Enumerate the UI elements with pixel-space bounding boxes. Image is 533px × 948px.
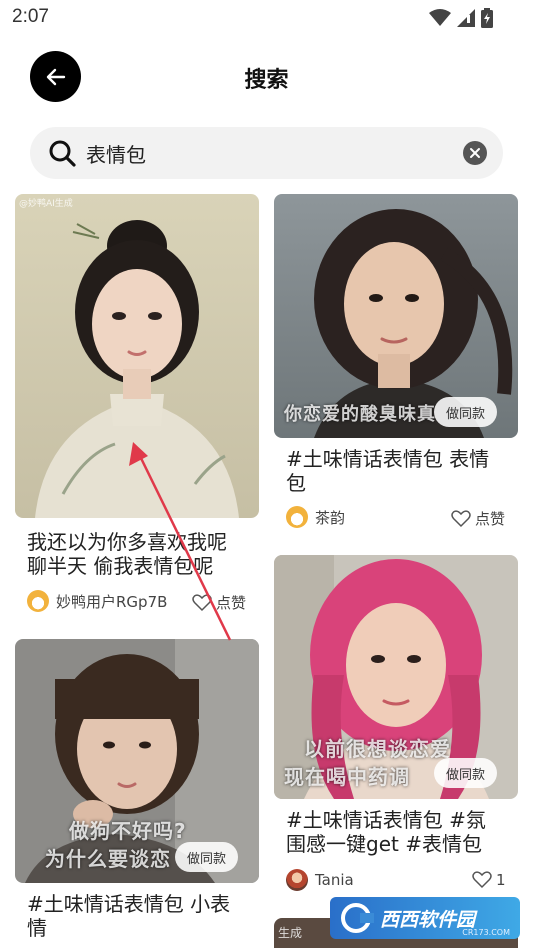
avatar xyxy=(286,506,308,528)
card-title: #土味情话表情包 表情 包 xyxy=(286,447,516,495)
site-domain: CR173.COM xyxy=(462,928,510,937)
like-button[interactable]: 1 xyxy=(472,871,506,889)
wifi-icon xyxy=(429,9,451,26)
overlay-caption: 做狗不好吗? xyxy=(69,819,187,843)
make-same-button[interactable]: 做同款 xyxy=(434,397,498,427)
card-title-line: #土味情话表情包 #氛 xyxy=(286,808,486,832)
clear-search-button[interactable] xyxy=(463,141,487,165)
battery-icon xyxy=(481,8,493,28)
feed-card[interactable]: 以前很想谈恋爱 现在喝中药调 做同款 #土味情话表情包 #氛 围感一键get #… xyxy=(274,555,518,895)
status-bar: 2:07 xyxy=(0,0,533,36)
overlay-caption: 现在喝中药调 xyxy=(284,765,410,789)
card-title: 我还以为你多喜欢我呢 聊半天 偷我表情包呢 xyxy=(27,530,257,578)
site-name: 西西软件园 xyxy=(380,908,476,931)
card-title-line: 情 xyxy=(27,916,47,940)
author-name: 妙鸭用户RGp7B xyxy=(56,592,168,611)
card-title-line: #土味情话表情包 表情 xyxy=(286,447,490,471)
card-title-line: 聊半天 偷我表情包呢 xyxy=(27,554,214,578)
card-title-line: 我还以为你多喜欢我呢 xyxy=(27,530,227,554)
site-watermark-badge: 西西软件园 CR173.COM xyxy=(330,897,520,939)
image-watermark: @妙鸭AI生成 xyxy=(19,199,73,209)
card-image[interactable]: 做狗不好吗? 为什么要谈恋 做同款 xyxy=(15,639,259,883)
feed-card[interactable]: 做狗不好吗? 为什么要谈恋 做同款 #土味情话表情包 小表 情 xyxy=(15,639,259,948)
status-time: 2:07 xyxy=(12,6,49,27)
card-author[interactable]: 茶韵 xyxy=(286,506,345,528)
like-label: 点赞 xyxy=(475,510,506,528)
make-same-button[interactable]: 做同款 xyxy=(175,842,239,872)
feed-card[interactable]: @妙鸭AI生成 我还以为你多喜欢我呢 聊半天 偷我表情包呢 妙鸭用户RGp7B … xyxy=(15,194,259,614)
overlay-caption: 为什么要谈恋 xyxy=(45,847,171,871)
overlay-caption: 以前很想谈恋爱 xyxy=(304,737,451,761)
avatar xyxy=(27,590,49,612)
card-title: #土味情话表情包 #氛 围感一键get #表情包 xyxy=(286,808,516,856)
card-image[interactable]: @妙鸭AI生成 xyxy=(15,194,259,518)
signal-icon xyxy=(457,9,475,27)
search-input[interactable] xyxy=(86,139,466,167)
page-title: 搜索 xyxy=(244,68,289,93)
author-name: Tania xyxy=(315,871,354,889)
heart-icon xyxy=(192,593,212,611)
search-bar[interactable] xyxy=(30,127,503,179)
status-icons xyxy=(429,8,493,28)
card-title-line: 围感一键get #表情包 xyxy=(286,832,482,856)
portrait-image xyxy=(15,194,259,518)
feed-card[interactable]: 你恋爱的酸臭味真 做同款 #土味情话表情包 表情 包 茶韵 点赞 xyxy=(274,194,518,534)
heart-icon xyxy=(451,509,471,527)
like-button[interactable]: 点赞 xyxy=(451,508,505,529)
avatar xyxy=(286,869,308,891)
like-label: 点赞 xyxy=(216,594,247,612)
make-same-button[interactable]: 做同款 xyxy=(434,758,498,788)
site-logo-icon xyxy=(341,903,374,933)
card-author[interactable]: Tania xyxy=(286,869,354,891)
card-title: #土味情话表情包 小表 情 xyxy=(27,892,257,940)
heart-icon xyxy=(472,871,492,889)
card-title-line: 包 xyxy=(286,471,306,495)
card-title-line: #土味情话表情包 小表 xyxy=(27,892,231,916)
search-icon xyxy=(49,140,76,167)
card-image[interactable]: 以前很想谈恋爱 现在喝中药调 做同款 xyxy=(274,555,518,799)
like-count: 1 xyxy=(496,871,506,889)
card-image[interactable]: 你恋爱的酸臭味真 做同款 xyxy=(274,194,518,438)
overlay-caption: 你恋爱的酸臭味真 xyxy=(284,404,436,425)
like-button[interactable]: 点赞 xyxy=(192,592,246,613)
card-author[interactable]: 妙鸭用户RGp7B xyxy=(27,590,167,612)
close-icon xyxy=(470,148,480,158)
image-watermark: 生成 xyxy=(278,926,303,940)
author-name: 茶韵 xyxy=(315,508,346,527)
